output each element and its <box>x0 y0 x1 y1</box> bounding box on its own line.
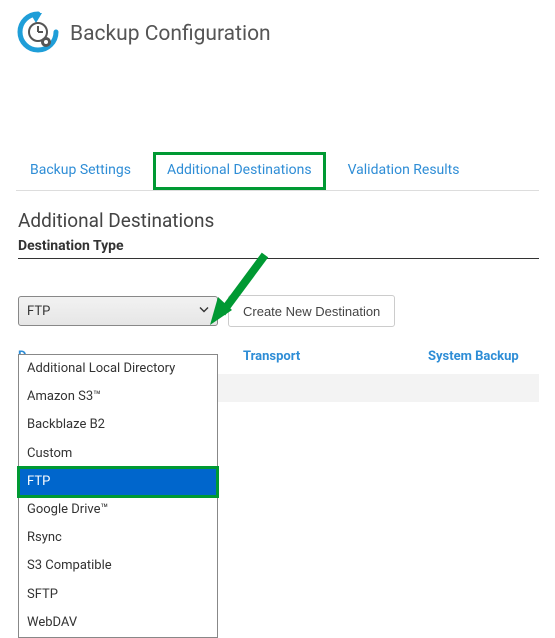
dropdown-option-sftp[interactable]: SFTP <box>19 581 217 609</box>
controls-row: FTP Create New Destination <box>18 295 539 327</box>
field-label-destination-type: Destination Type <box>18 238 539 254</box>
dropdown-option-s3-compat[interactable]: S3 Compatible <box>19 552 217 580</box>
section-heading: Additional Destinations <box>18 209 539 232</box>
page-title: Backup Configuration <box>70 22 271 46</box>
select-value: FTP <box>27 304 50 319</box>
dropdown-option-ftp[interactable]: FTP <box>19 468 217 496</box>
create-new-destination-button[interactable]: Create New Destination <box>228 295 395 327</box>
chevron-down-icon <box>199 304 209 319</box>
dropdown-option-local-dir[interactable]: Additional Local Directory <box>19 355 217 383</box>
dropdown-option-backblaze[interactable]: Backblaze B2 <box>19 411 217 439</box>
tab-backup-settings[interactable]: Backup Settings <box>16 152 145 190</box>
dropdown-option-webdav[interactable]: WebDAV <box>19 609 217 637</box>
backup-logo-icon <box>16 10 60 58</box>
tab-validation-results[interactable]: Validation Results <box>334 152 474 190</box>
table-col-system-backup[interactable]: System Backup <box>428 349 539 364</box>
destination-type-dropdown: Additional Local Directory Amazon S3™ Ba… <box>18 354 218 638</box>
dropdown-option-custom[interactable]: Custom <box>19 440 217 468</box>
dropdown-option-google-drive[interactable]: Google Drive™ <box>19 496 217 524</box>
destination-type-select[interactable]: FTP <box>18 296 218 326</box>
tabs-bar: Backup Settings Additional Destinations … <box>16 152 539 191</box>
table-col-transport[interactable]: Transport <box>243 349 428 364</box>
tab-additional-destinations[interactable]: Additional Destinations <box>153 152 326 190</box>
dropdown-option-rsync[interactable]: Rsync <box>19 524 217 552</box>
dropdown-option-amazon-s3[interactable]: Amazon S3™ <box>19 383 217 411</box>
divider <box>18 258 539 259</box>
page-header: Backup Configuration <box>0 0 555 62</box>
